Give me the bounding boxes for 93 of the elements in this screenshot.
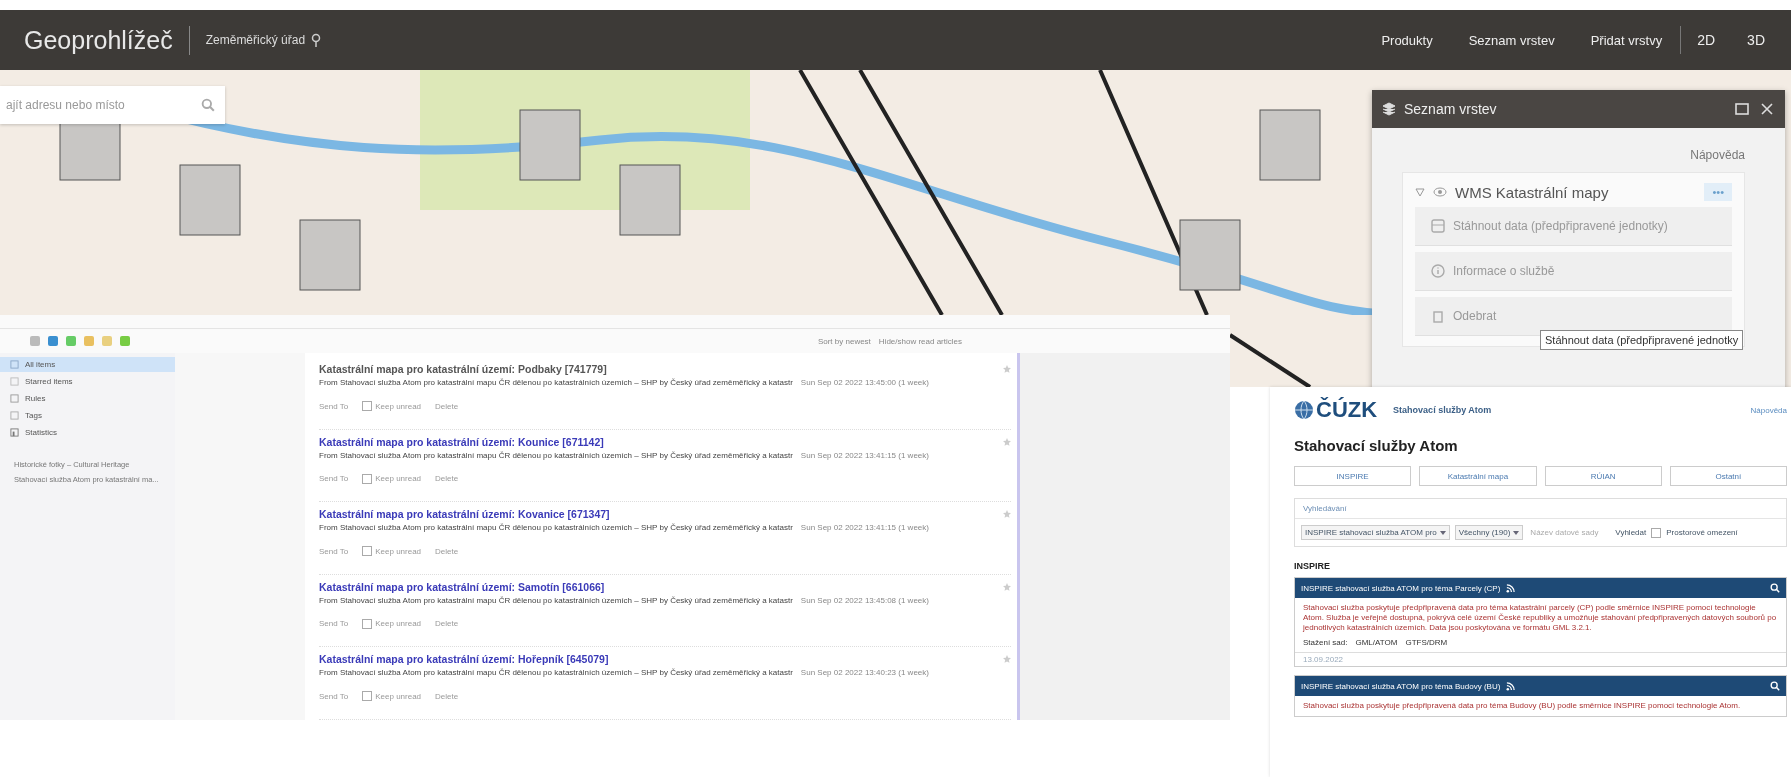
article-action[interactable]: Keep unread bbox=[362, 473, 422, 484]
article-source: From Stahovací služba Atom pro katastrální mapu ČR dělenou po katastrálních územích – SHP by Český úřad zeměměřický a katastr bbox=[319, 378, 793, 387]
globe-icon bbox=[1294, 400, 1314, 420]
nav-link[interactable]: Seznam vrstev bbox=[1468, 32, 1555, 48]
article-source: From Stahovací služba Atom pro katastrální mapu ČR dělenou po katastrálních územích – SHP by Český úřad zeměměřický a katastr bbox=[319, 595, 793, 605]
info-icon bbox=[1431, 264, 1445, 278]
panel-title: Seznam vrstev bbox=[1404, 101, 1498, 117]
caret-icon bbox=[1513, 530, 1520, 535]
database-icon bbox=[1431, 219, 1445, 233]
checkbox-label: Prostorové omezení bbox=[1666, 528, 1738, 537]
card-description: Stahovací služba poskytuje předpřipravená data pro téma Budovy (BU) podle směrnice INSPIRE pomocí technologie Atom. bbox=[1303, 701, 1742, 711]
card-title: INSPIRE stahovací služba ATOM pro téma Budovy (BU) bbox=[1301, 681, 1501, 691]
view-mode-button[interactable]: 3D bbox=[1731, 26, 1781, 54]
count-select[interactable]: Všechny (190) bbox=[1454, 525, 1524, 540]
menu-item[interactable]: Informace o službě bbox=[1415, 252, 1732, 291]
view-mode-button[interactable]: 2D bbox=[1680, 26, 1732, 54]
article-action[interactable]: Keep unread bbox=[362, 691, 422, 702]
search-panel-title: Vyhledávání bbox=[1295, 499, 1786, 519]
logo: ČÚZK bbox=[1294, 397, 1378, 423]
article-action[interactable]: Send To bbox=[319, 546, 349, 556]
service-select[interactable]: INSPIRE stahovací služba ATOM pro bbox=[1301, 525, 1450, 540]
article-action[interactable]: Keep unread bbox=[362, 401, 422, 411]
filter-dropdown[interactable]: Hide/show read articles bbox=[878, 336, 962, 346]
category-button[interactable]: RÚIAN bbox=[1544, 466, 1662, 486]
article-action[interactable]: Keep unread bbox=[362, 618, 422, 629]
nav-link[interactable]: Produkty bbox=[1381, 32, 1433, 48]
article-title[interactable]: Katastrální mapa pro katastrální území: Podbaky [741779] bbox=[319, 363, 1003, 375]
card-description: Stahovací služba poskytuje předpřipravená data pro téma katastrální parcely (CP) podle směrnice INSPIRE pomocí technologie Atom. Služba je veřejně dostupná, pokrývá celé území České republiky a umožňuje stahování předpřipravených datových souborů po jednotlivých katastrálních územích. Data jsou poskytována ve formátu GML 3.2.1. bbox=[1303, 603, 1778, 633]
bar-chart-icon bbox=[10, 428, 19, 437]
search-icon bbox=[201, 98, 215, 112]
article-date: Sun Sep 02 2022 13:45:00 (1 week) bbox=[800, 378, 929, 387]
menu-item[interactable]: Odebrat bbox=[1415, 297, 1732, 336]
maximize-button[interactable] bbox=[1733, 101, 1751, 117]
category-button[interactable]: Katastrální mapa bbox=[1419, 466, 1537, 486]
rss-icon bbox=[1506, 583, 1516, 593]
organization-name: Zeměměřický úřad bbox=[205, 33, 306, 47]
card-title: INSPIRE stahovací služba ATOM pro téma Parcely (CP) bbox=[1301, 583, 1501, 593]
eye-icon[interactable] bbox=[1433, 187, 1447, 197]
article-action[interactable]: Send To bbox=[319, 619, 349, 629]
article-date: Sun Sep 02 2022 13:40:23 (1 week) bbox=[800, 668, 929, 678]
caret-icon bbox=[1439, 530, 1446, 535]
article-date: Sun Sep 02 2022 13:41:15 (1 week) bbox=[800, 523, 929, 533]
article-action[interactable]: Delete bbox=[435, 546, 459, 556]
article-action[interactable]: Send To bbox=[319, 474, 349, 484]
format-link[interactable]: GML/ATOM bbox=[1355, 638, 1398, 647]
sort-dropdown[interactable]: Sort by newest bbox=[817, 336, 871, 346]
article-date: Sun Sep 02 2022 13:41:15 (1 week) bbox=[800, 450, 929, 460]
layers-icon bbox=[1382, 102, 1396, 116]
pin-icon bbox=[311, 33, 322, 47]
menu-item[interactable]: Stáhnout data (předpřipravené jednotky) bbox=[1415, 207, 1732, 246]
article-action[interactable]: Delete bbox=[435, 401, 459, 411]
layer-name: WMS Katastrální mapy bbox=[1455, 183, 1610, 201]
category-button[interactable]: Ostatní bbox=[1669, 466, 1787, 486]
rss-icon bbox=[1506, 681, 1516, 691]
formats-label: Stažení sad: bbox=[1303, 638, 1348, 647]
close-button[interactable] bbox=[1759, 101, 1775, 117]
search-button[interactable]: Vyhledat bbox=[1615, 528, 1647, 537]
search-icon bbox=[1770, 681, 1780, 691]
page-heading: Stahovací služby Atom bbox=[1294, 437, 1459, 454]
site-title: Stahovací služby Atom bbox=[1393, 405, 1493, 415]
article-action[interactable]: Delete bbox=[435, 474, 459, 484]
article-source: From Stahovací služba Atom pro katastrální mapu ČR dělenou po katastrálních územích – SHP by Český úřad zeměměřický a katastr bbox=[319, 450, 793, 460]
article-action[interactable]: Delete bbox=[435, 619, 459, 629]
section-heading: INSPIRE bbox=[1294, 561, 1331, 571]
sidebar-item[interactable]: Starred items bbox=[0, 374, 175, 389]
spatial-checkbox[interactable] bbox=[1651, 527, 1662, 538]
help-link[interactable]: Nápověda bbox=[1750, 405, 1787, 415]
category-button[interactable]: INSPIRE bbox=[1294, 466, 1412, 486]
article-action[interactable]: Delete bbox=[435, 691, 459, 701]
tooltip: Stáhnout data (předpřipravené jednotky bbox=[1540, 330, 1744, 350]
format-link[interactable]: GTFS/DRM bbox=[1405, 638, 1448, 647]
caret-down-icon[interactable] bbox=[1415, 187, 1425, 197]
article-title[interactable]: Katastrální mapa pro katastrální území: Hořepník [645079] bbox=[319, 653, 1003, 666]
sidebar-item[interactable]: Statistics bbox=[0, 425, 175, 440]
search-icon bbox=[1770, 583, 1780, 593]
sidebar-item[interactable]: All items bbox=[0, 357, 175, 372]
nav-link[interactable]: Přidat vrstvy bbox=[1590, 32, 1663, 48]
article-action[interactable]: Send To bbox=[319, 401, 349, 411]
article-source: From Stahovací služba Atom pro katastrální mapu ČR dělenou po katastrálních územích – SHP by Český úřad zeměměřický a katastr bbox=[319, 668, 793, 678]
sidebar-item[interactable]: Rules bbox=[0, 391, 175, 406]
sidebar-item[interactable]: Tags bbox=[0, 408, 175, 423]
search-field[interactable]: ajít adresu nebo místo bbox=[0, 86, 225, 124]
help-link[interactable]: Nápověda bbox=[1690, 148, 1745, 162]
updated-date: 13.09.2022 bbox=[1295, 652, 1786, 666]
more-button[interactable]: ••• bbox=[1704, 183, 1732, 201]
article-action[interactable]: Keep unread bbox=[362, 546, 422, 557]
app-title: Geoprohlížeč bbox=[24, 25, 190, 55]
article-title[interactable]: Katastrální mapa pro katastrální území: Samotín [661066] bbox=[319, 580, 1003, 593]
article-title[interactable]: Katastrální mapa pro katastrální území: Kovanice [671347] bbox=[319, 508, 1003, 521]
article-action[interactable]: Send To bbox=[319, 691, 349, 701]
article-date: Sun Sep 02 2022 13:45:08 (1 week) bbox=[800, 595, 929, 605]
article-source: From Stahovací služba Atom pro katastrální mapu ČR dělenou po katastrálních územích – SHP by Český úřad zeměměřický a katastr bbox=[319, 523, 793, 533]
article-title[interactable]: Katastrální mapa pro katastrální území: Kounice [671142] bbox=[319, 435, 1003, 448]
